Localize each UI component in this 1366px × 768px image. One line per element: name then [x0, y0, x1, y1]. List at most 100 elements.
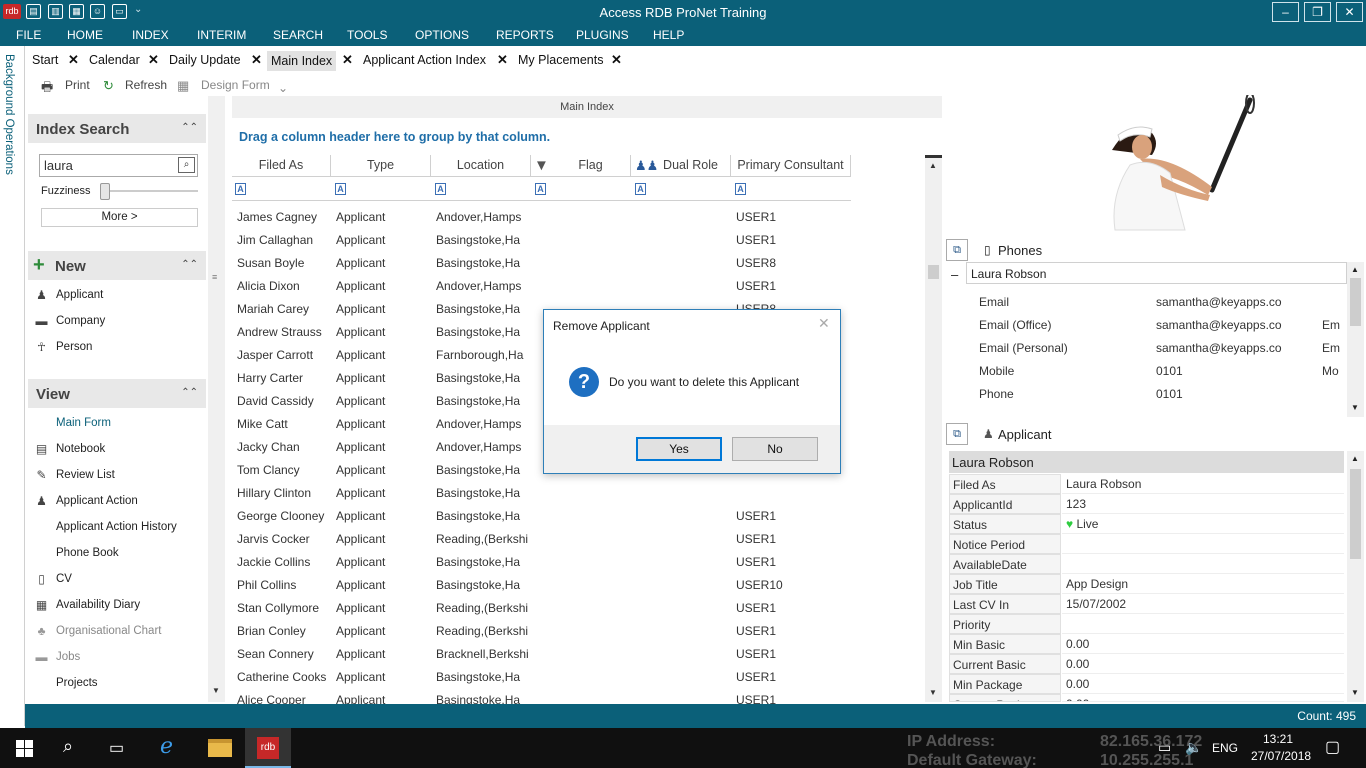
row-type[interactable]: Applicant [336, 279, 431, 293]
row-filed-as[interactable]: Harry Carter [237, 371, 332, 385]
property-value[interactable] [1062, 554, 1344, 574]
property-value[interactable] [1062, 614, 1344, 634]
menu-home[interactable]: HOME [67, 28, 103, 42]
toolbar-dropdown-icon[interactable]: ⌄ [278, 81, 288, 95]
row-consultant[interactable]: USER1 [736, 647, 836, 661]
row-type[interactable]: Applicant [336, 394, 431, 408]
view-organisational-chart[interactable]: Organisational Chart [56, 625, 161, 637]
phone-value[interactable]: samantha@keyapps.co [1156, 318, 1282, 332]
view-cv[interactable]: CV [56, 573, 72, 585]
tab-close-icon[interactable]: ✕ [497, 52, 508, 68]
left-panel-scrollbar[interactable]: ≡ ▼ [208, 96, 225, 702]
background-operations-strip[interactable]: Background Operations [0, 46, 25, 726]
row-filed-as[interactable]: Jasper Carrott [237, 348, 332, 362]
design-form-button[interactable]: Design Form [201, 78, 270, 92]
row-location[interactable]: Basingstoke,Ha [436, 509, 531, 523]
filter-icon[interactable]: A [435, 183, 446, 195]
scroll-down-icon[interactable]: ▼ [1351, 688, 1359, 697]
scroll-down-icon[interactable]: ▼ [929, 688, 937, 697]
row-consultant[interactable]: USER1 [736, 555, 836, 569]
more-button[interactable]: More > [41, 208, 198, 227]
row-type[interactable]: Applicant [336, 463, 431, 477]
column-location[interactable]: Location [431, 155, 531, 177]
row-type[interactable]: Applicant [336, 210, 431, 224]
row-location[interactable]: Basingstoke,Ha [436, 463, 531, 477]
phone-value[interactable]: 0101 [1156, 387, 1183, 401]
row-filed-as[interactable]: Phil Collins [237, 578, 332, 592]
filter-icon[interactable]: A [735, 183, 746, 195]
tab-daily-update[interactable]: Daily Update [169, 53, 241, 67]
property-value[interactable]: 123 [1062, 494, 1344, 514]
view-phone-book[interactable]: Phone Book [56, 547, 119, 559]
row-location[interactable]: Reading,(Berkshi [436, 601, 531, 615]
row-location[interactable]: Basingstoke,Ha [436, 578, 531, 592]
row-filed-as[interactable]: Jacky Chan [237, 440, 332, 454]
applicant-scrollbar[interactable]: ▲ ▼ [1347, 451, 1364, 702]
property-value[interactable]: Laura Robson [1062, 474, 1344, 494]
refresh-button[interactable]: Refresh [125, 78, 167, 92]
row-location[interactable]: Reading,(Berkshi [436, 532, 531, 546]
column-filed-as[interactable]: Filed As [232, 155, 331, 177]
row-type[interactable]: Applicant [336, 532, 431, 546]
applicant-scroll-thumb[interactable] [1350, 469, 1361, 559]
phone-value[interactable]: samantha@keyapps.co [1156, 295, 1282, 309]
tab-close-icon[interactable]: ✕ [611, 52, 622, 68]
row-location[interactable]: Basingstoke,Ha [436, 394, 531, 408]
row-consultant[interactable]: USER1 [736, 670, 836, 684]
phone-value[interactable]: 0101 [1156, 364, 1183, 378]
column-primary-consultant[interactable]: Primary Consultant [731, 155, 851, 177]
collapse-icon[interactable]: ⌃⌃ [181, 387, 198, 398]
row-type[interactable]: Applicant [336, 555, 431, 569]
dialog-close-icon[interactable]: ✕ [818, 315, 830, 332]
row-type[interactable]: Applicant [336, 486, 431, 500]
row-location[interactable]: Basingstoke,Ha [436, 371, 531, 385]
collapse-icon[interactable]: ⌃⌃ [181, 122, 198, 133]
grid-scroll-thumb[interactable] [928, 265, 939, 279]
property-value[interactable]: 0.00 [1062, 634, 1344, 654]
menu-plugins[interactable]: PLUGINS [576, 28, 629, 42]
scroll-down-icon[interactable]: ▼ [212, 686, 220, 695]
yes-button[interactable]: Yes [636, 437, 722, 461]
search-icon[interactable]: ⌕ [178, 157, 195, 173]
row-filed-as[interactable]: David Cassidy [237, 394, 332, 408]
property-value[interactable]: ♥ Live [1062, 514, 1344, 534]
row-location[interactable]: Basingstoke,Ha [436, 486, 531, 500]
row-location[interactable]: Basingstoke,Ha [436, 670, 531, 684]
applicant-panel-toggle-icon[interactable]: ⧉ [946, 423, 968, 445]
column-type[interactable]: Type [331, 155, 431, 177]
fuzziness-slider-thumb[interactable] [100, 183, 110, 200]
tab-close-icon[interactable]: ✕ [68, 52, 79, 68]
row-filed-as[interactable]: Brian Conley [237, 624, 332, 638]
row-filed-as[interactable]: Tom Clancy [237, 463, 332, 477]
view-main-form[interactable]: Main Form [56, 417, 111, 429]
new-applicant[interactable]: Applicant [56, 289, 103, 301]
tab-start[interactable]: Start [32, 53, 58, 67]
row-filed-as[interactable]: Jim Callaghan [237, 233, 332, 247]
row-type[interactable]: Applicant [336, 509, 431, 523]
row-location[interactable]: Andover,Hamps [436, 417, 531, 431]
search-input[interactable]: laura ⌕ [39, 154, 198, 177]
row-type[interactable]: Applicant [336, 302, 431, 316]
row-consultant[interactable]: USER1 [736, 210, 836, 224]
volume-muted-icon[interactable]: 🔈 [1185, 739, 1202, 756]
property-value[interactable]: 0.00 [1062, 654, 1344, 674]
fuzziness-slider[interactable] [100, 190, 198, 192]
row-location[interactable]: Basingstoke,Ha [436, 555, 531, 569]
close-button[interactable]: ✕ [1336, 2, 1363, 22]
row-type[interactable]: Applicant [336, 325, 431, 339]
scroll-up-icon[interactable]: ▲ [1351, 454, 1359, 463]
row-location[interactable]: Basingstoke,Ha [436, 325, 531, 339]
property-value[interactable]: App Design [1062, 574, 1344, 594]
file-explorer-icon[interactable] [208, 739, 232, 757]
row-type[interactable]: Applicant [336, 371, 431, 385]
menu-tools[interactable]: TOOLS [347, 28, 387, 42]
row-type[interactable]: Applicant [336, 440, 431, 454]
property-value[interactable]: 15/07/2002 [1062, 594, 1344, 614]
row-filed-as[interactable]: Mike Catt [237, 417, 332, 431]
menu-help[interactable]: HELP [653, 28, 684, 42]
menu-reports[interactable]: REPORTS [496, 28, 554, 42]
phones-panel-toggle-icon[interactable]: ⧉ [946, 239, 968, 261]
row-filed-as[interactable]: Andrew Strauss [237, 325, 332, 339]
row-type[interactable]: Applicant [336, 647, 431, 661]
grid-scrollbar[interactable]: ▲ ▼ [925, 155, 942, 702]
